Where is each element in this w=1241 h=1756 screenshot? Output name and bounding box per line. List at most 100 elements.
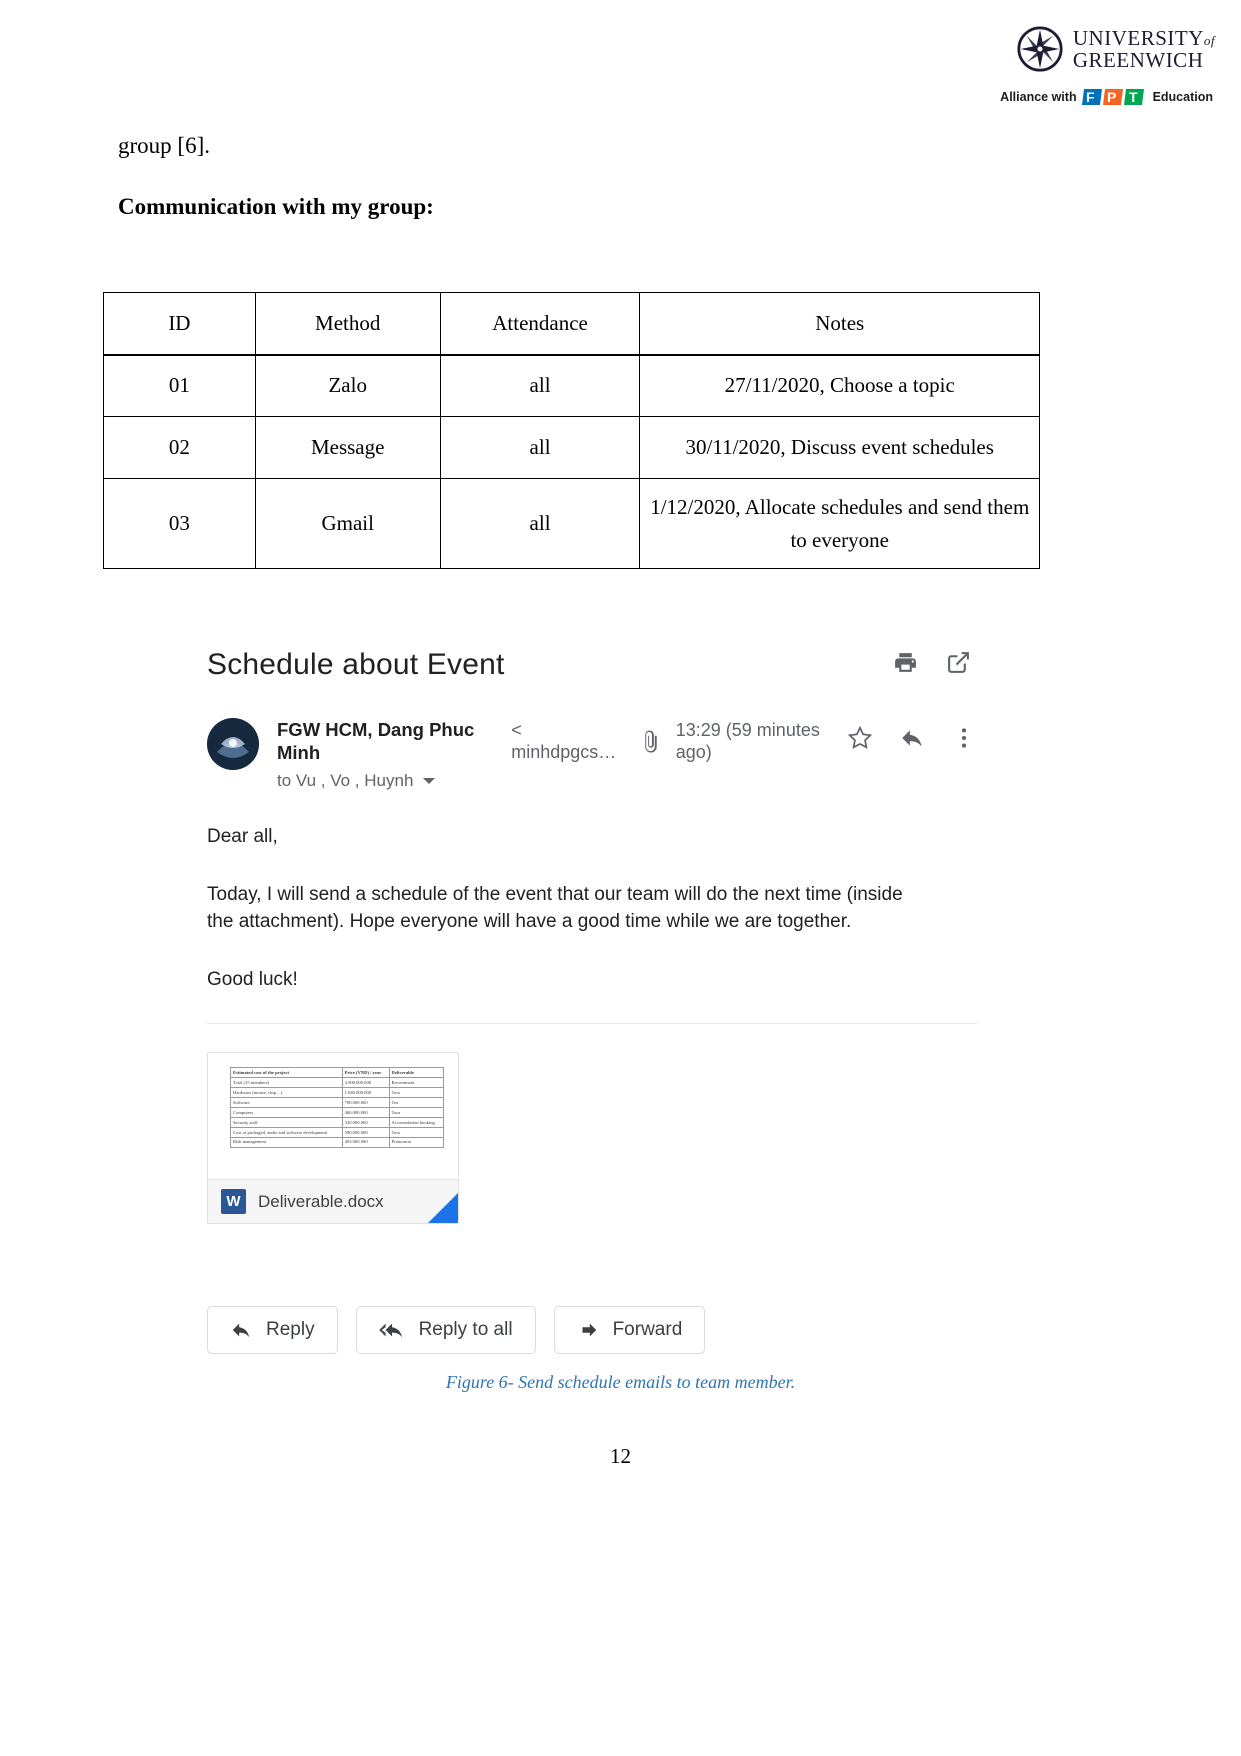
forward-button[interactable]: Forward	[553, 1306, 706, 1355]
email-screenshot: Schedule about Event FGW HCM, Dang Phuc …	[207, 648, 1007, 1355]
reply-button[interactable]: Reply	[207, 1306, 338, 1355]
subject-action-icons	[893, 650, 1007, 680]
cell-id: 03	[103, 478, 256, 569]
fpt-alliance-logo: Alliance with F P T Education	[1000, 86, 1213, 108]
star-icon[interactable]	[847, 725, 873, 757]
continued-paragraph: group [6].	[118, 133, 210, 158]
cell-notes: 1/12/2020, Allocate schedules and send t…	[639, 478, 1040, 569]
preview-cell: Tour	[388, 1087, 445, 1099]
reply-all-button-label: Reply to all	[418, 1319, 513, 1341]
cell-attendance: all	[439, 416, 641, 479]
reply-all-button[interactable]: Reply to all	[355, 1306, 536, 1355]
preview-col-2: Deliverable	[388, 1067, 445, 1079]
sender-name: FGW HCM, Dang Phuc Minh	[277, 719, 475, 764]
greenwich-compass-icon	[1017, 26, 1063, 72]
email-subject: Schedule about Event	[207, 648, 505, 681]
preview-cell: Promotion	[388, 1136, 445, 1148]
svg-text:F: F	[1086, 89, 1095, 105]
attachment-preview: Estimated cost of the project Price (VND…	[208, 1053, 458, 1182]
email-subject-row: Schedule about Event	[207, 648, 1007, 682]
preview-cell: 4.900.000.000	[341, 1077, 390, 1089]
email-body: Dear all, Today, I will send a schedule …	[207, 823, 1007, 993]
page-number: 12	[610, 1444, 631, 1468]
email-sender-row: FGW HCM, Dang Phuc Minh < minhdpgcs… 13:…	[207, 718, 1007, 791]
print-icon[interactable]	[893, 650, 918, 680]
communication-table: ID Method Attendance Notes 01 Zalo all 2…	[103, 292, 1040, 569]
greenwich-word: GREENWICH	[1072, 47, 1204, 72]
page-header: UNIVERSITYof GREENWICH Alliance with F P…	[895, 26, 1215, 108]
preview-cell: Total (25 members)	[230, 1077, 343, 1089]
cell-notes: 27/11/2020, Choose a topic	[639, 354, 1040, 417]
cell-attendance: all	[439, 478, 641, 569]
attachment-filename: Deliverable.docx	[258, 1191, 384, 1211]
preview-cell: 403.000.000	[341, 1136, 390, 1148]
email-greeting: Dear all,	[207, 826, 278, 848]
word-document-icon: W	[221, 1189, 246, 1215]
preview-cell: 700.000.000	[341, 1097, 390, 1109]
preview-cell: 460.000.000	[341, 1107, 390, 1119]
preview-cell: Tour	[388, 1126, 445, 1138]
email-timestamp: 13:29 (59 minutes ago)	[675, 719, 820, 763]
forward-icon	[577, 1319, 599, 1341]
column-header-id: ID	[103, 292, 256, 356]
preview-row: Computers 460.000.000 Tour	[230, 1107, 445, 1119]
preview-cell: 1.040.000.000	[341, 1087, 390, 1099]
preview-cell: Hardware (mouse, chip…)	[230, 1087, 343, 1099]
university-word: UNIVERSITY	[1072, 25, 1204, 50]
sender-email: < minhdpgcs…	[511, 719, 617, 763]
preview-cell: Software	[230, 1097, 343, 1109]
attachment-footer: W Deliverable.docx	[208, 1179, 458, 1224]
preview-cell: Tour	[388, 1107, 445, 1119]
preview-row: Risk management 403.000.000 Promotion	[230, 1136, 445, 1148]
preview-col-1: Price (VND) / year	[341, 1067, 390, 1079]
attachment-divider	[207, 1023, 977, 1025]
table-header-row: ID Method Attendance Notes	[103, 292, 1040, 356]
email-recipients-row[interactable]: to Vu , Vo , Huynh	[277, 771, 1007, 791]
cell-attendance: all	[439, 354, 641, 417]
table-row: 01 Zalo all 27/11/2020, Choose a topic	[103, 354, 1040, 417]
preview-row: Cost of packaged, audio and software dev…	[230, 1126, 445, 1138]
preview-cell: Tea	[388, 1097, 445, 1109]
reply-all-icon	[378, 1319, 405, 1341]
university-of-greenwich-logo: UNIVERSITYof GREENWICH	[1017, 26, 1215, 72]
attachment-card[interactable]: Estimated cost of the project Price (VND…	[207, 1052, 459, 1225]
preview-cell: Cost of packaged, audio and software dev…	[230, 1126, 343, 1138]
download-corner-icon[interactable]	[428, 1193, 458, 1224]
svg-text:T: T	[1129, 89, 1138, 105]
cell-method: Message	[254, 416, 441, 479]
more-vertical-icon[interactable]	[951, 725, 977, 757]
preview-cell: Recruitment	[388, 1077, 445, 1089]
avatar	[207, 718, 259, 770]
preview-col-0: Estimated cost of the project	[230, 1067, 343, 1079]
preview-cell: 320.000.000	[341, 1117, 390, 1128]
email-closing: Good luck!	[207, 968, 298, 990]
preview-row: Total (25 members) 4.900.000.000 Recruit…	[230, 1077, 445, 1089]
fpt-education-label: Education	[1152, 90, 1213, 104]
chevron-down-icon[interactable]	[423, 778, 436, 785]
cell-id: 02	[103, 416, 256, 479]
column-header-attendance: Attendance	[439, 292, 641, 356]
alliance-with-label: Alliance with	[1000, 90, 1077, 104]
column-header-method: Method	[254, 292, 441, 356]
figure-caption: Figure 6- Send schedule emails to team m…	[445, 1372, 796, 1392]
preview-header-row: Estimated cost of the project Price (VND…	[230, 1067, 445, 1079]
preview-row: Software 700.000.000 Tea	[230, 1097, 445, 1109]
open-in-new-window-icon[interactable]	[946, 650, 971, 680]
email-header-actions	[847, 725, 1007, 757]
cell-id: 01	[103, 354, 256, 417]
email-paragraph: Today, I will send a schedule of the eve…	[207, 883, 903, 933]
table-row: 02 Message all 30/11/2020, Discuss event…	[103, 416, 1040, 479]
column-header-notes: Notes	[639, 292, 1040, 356]
cell-method: Zalo	[254, 354, 441, 417]
preview-cell: 580.000.000	[341, 1126, 390, 1138]
reply-arrow-icon[interactable]	[899, 725, 925, 757]
section-heading: Communication with my group:	[118, 194, 434, 219]
table-row: 03 Gmail all 1/12/2020, Allocate schedul…	[103, 478, 1040, 569]
preview-cell: Security staff	[230, 1117, 343, 1128]
preview-row: Hardware (mouse, chip…) 1.040.000.000 To…	[230, 1087, 445, 1099]
sender-line: FGW HCM, Dang Phuc Minh < minhdpgcs… 13:…	[277, 718, 1007, 764]
of-word: of	[1203, 32, 1215, 48]
reply-button-label: Reply	[266, 1319, 315, 1341]
email-recipients: to Vu , Vo , Huynh	[277, 771, 414, 791]
forward-button-label: Forward	[612, 1319, 683, 1341]
